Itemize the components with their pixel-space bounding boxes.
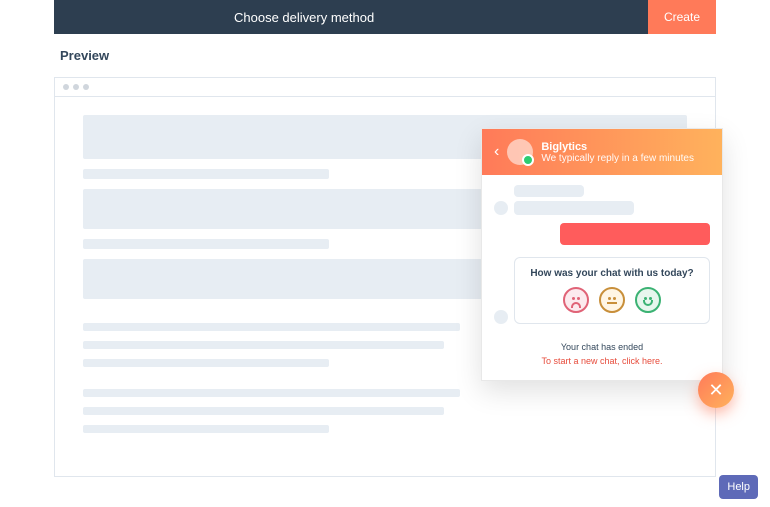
browser-traffic-lights xyxy=(55,78,715,97)
chat-message-incoming xyxy=(494,185,710,215)
page-step-title: Choose delivery method xyxy=(234,10,374,25)
top-bar: Choose delivery method Create xyxy=(54,0,716,34)
feedback-question: How was your chat with us today? xyxy=(523,268,701,279)
feedback-neutral-icon[interactable] xyxy=(599,287,625,313)
chat-brand-name: Biglytics xyxy=(541,141,694,153)
feedback-happy-icon[interactable] xyxy=(635,287,661,313)
chat-message-outgoing xyxy=(494,223,710,245)
start-new-chat-link[interactable]: To start a new chat, click here. xyxy=(490,356,714,366)
chat-feedback-row: How was your chat with us today? xyxy=(494,253,710,324)
preview-canvas: ‹ Biglytics We typically reply in a few … xyxy=(54,77,716,477)
message-avatar xyxy=(494,310,508,324)
chat-header: ‹ Biglytics We typically reply in a few … xyxy=(482,129,722,175)
chat-ended-text: Your chat has ended xyxy=(490,342,714,352)
chat-back-icon[interactable]: ‹ xyxy=(494,144,499,160)
help-button[interactable]: Help xyxy=(719,475,758,499)
chat-widget: ‹ Biglytics We typically reply in a few … xyxy=(481,128,723,381)
create-button[interactable]: Create xyxy=(648,0,716,34)
message-avatar xyxy=(494,201,508,215)
chat-body: How was your chat with us today? xyxy=(482,175,722,332)
preview-section-label: Preview xyxy=(60,48,770,63)
feedback-sad-icon[interactable] xyxy=(563,287,589,313)
feedback-card: How was your chat with us today? xyxy=(514,257,710,324)
feedback-faces xyxy=(523,287,701,313)
chat-launcher-close-icon[interactable]: ✕ xyxy=(698,372,734,408)
chat-footer: Your chat has ended To start a new chat,… xyxy=(482,332,722,380)
chat-avatar xyxy=(507,139,533,165)
chat-reply-time: We typically reply in a few minutes xyxy=(541,153,694,164)
